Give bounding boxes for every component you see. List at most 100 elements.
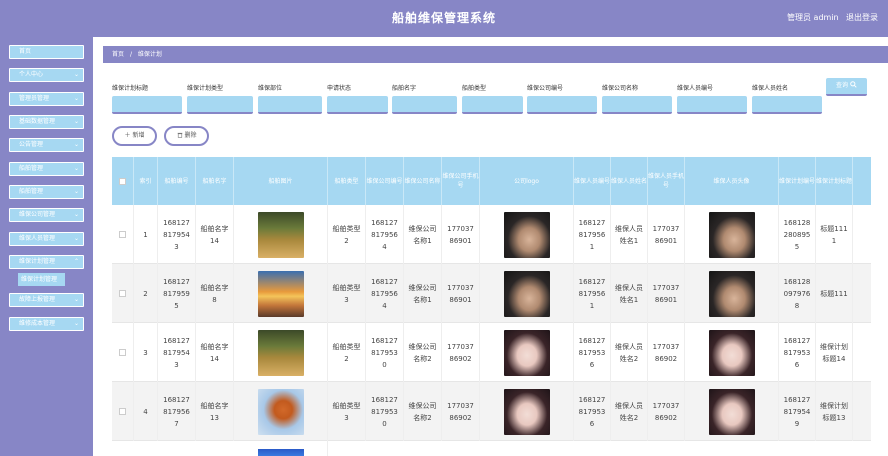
company-logo-image[interactable] [503, 270, 550, 317]
col-co-phone[interactable]: 维保公司手机号 [442, 157, 480, 205]
sidebar-item-admin[interactable]: 管理员管理 ⌄ [9, 92, 84, 106]
cell-avatar [685, 205, 779, 264]
cell-staff-no: 1681278179536 [574, 382, 611, 441]
delete-button[interactable]: 删除 [164, 126, 209, 146]
ship-image[interactable] [257, 211, 304, 258]
cell-co-no: 1681278179530 [366, 382, 404, 441]
cell-staff-no: 1681278179561 [574, 264, 611, 323]
staff-avatar-image[interactable] [708, 211, 755, 258]
table-row: 4 1681278179567 船舶名字13 船舶类型3 16812781795… [112, 382, 871, 441]
cell-ship-no: 1681278179543 [158, 205, 196, 264]
sidebar-item-basedata[interactable]: 基础数据管理 ⌄ [9, 115, 84, 129]
sidebar-item-home[interactable]: 首页 [9, 45, 84, 59]
col-ship-no[interactable]: 船舶编号 [158, 157, 196, 205]
sidebar-item-label: 船舶管理 [19, 188, 44, 195]
sidebar-item-fault[interactable]: 故障上报管理 ⌄ [9, 293, 84, 307]
cell-ship-img [234, 323, 328, 382]
chevron-down-icon: ⌄ [73, 95, 79, 102]
top-bar: 船舶维保管理系统 管理员 admin 退出登录 [0, 0, 888, 37]
cell-co-name: 维保公司名称2 [404, 382, 442, 441]
row-checkbox[interactable] [119, 349, 126, 356]
sidebar-item-ship-1[interactable]: 船舶管理 ⌄ [9, 162, 84, 176]
ship-image[interactable] [257, 388, 304, 435]
breadcrumb-home[interactable]: 首页 [112, 51, 124, 58]
chevron-down-icon: ⌄ [73, 296, 79, 303]
col-plan-title[interactable]: 维保计划标题 [816, 157, 853, 205]
cell-ship-img [234, 205, 328, 264]
cell-logo [480, 264, 574, 323]
cell-co-name: 维保公司名称1 [404, 205, 442, 264]
plan-title-input[interactable] [112, 96, 182, 114]
ship-image[interactable] [257, 270, 304, 317]
cell-plan-title: 维保计划标题13 [816, 382, 853, 441]
cell-index: 1 [134, 205, 158, 264]
col-ship-img[interactable]: 船舶图片 [234, 157, 328, 205]
sidebar-item-profile[interactable]: 个人中心 ⌄ [9, 68, 84, 82]
cell-co-name: 维保公司名称2 [404, 323, 442, 382]
col-logo[interactable]: 公司logo [480, 157, 574, 205]
row-checkbox[interactable] [119, 408, 126, 415]
cell-plan-title: 标题111 [816, 264, 853, 323]
col-ship-name[interactable]: 船舶名字 [196, 157, 234, 205]
filter-label-ship-name: 船舶名字 [392, 85, 417, 92]
logout-link[interactable]: 退出登录 [846, 12, 878, 23]
staff-name-input[interactable] [752, 96, 822, 114]
col-staff-no[interactable]: 维保人员编号 [574, 157, 611, 205]
cell-ship-name: 船舶名字14 [196, 205, 234, 264]
ship-type-select[interactable] [462, 96, 523, 114]
cell-avatar [685, 264, 779, 323]
col-plan-no[interactable]: 维保计划编号 [779, 157, 816, 205]
row-checkbox[interactable] [119, 231, 126, 238]
staff-avatar-image[interactable] [708, 388, 755, 435]
app-title: 船舶维保管理系统 [391, 11, 496, 25]
select-all-checkbox[interactable] [119, 177, 126, 185]
company-logo-image[interactable] [503, 211, 550, 258]
sidebar-item-cost[interactable]: 维修成本管理 ⌄ [9, 317, 84, 331]
cell-co-phone: 17703786901 [442, 264, 480, 323]
admin-label[interactable]: 管理员 admin [787, 12, 839, 23]
cell-co-phone: 17703786902 [442, 323, 480, 382]
staff-avatar-image[interactable] [708, 329, 755, 376]
col-staff-name[interactable]: 维保人员姓名 [611, 157, 648, 205]
ship-image[interactable] [257, 329, 304, 376]
part-input[interactable] [258, 96, 322, 114]
sidebar-item-staff[interactable]: 维保人员管理 ⌄ [9, 232, 84, 246]
co-name-input[interactable] [602, 96, 672, 114]
search-button[interactable]: 查询 [826, 78, 867, 96]
cell-avatar [685, 382, 779, 441]
company-logo-image[interactable] [503, 388, 550, 435]
sidebar-subitem-plan[interactable]: 维保计划管理 [18, 273, 65, 286]
row-select [112, 323, 134, 382]
sidebar-item-plan[interactable]: 维保计划管理 ⌃ [9, 255, 84, 269]
add-button[interactable]: ＋ 新增 [112, 126, 157, 146]
company-logo-image[interactable] [503, 329, 550, 376]
ship-image[interactable] [257, 449, 304, 456]
row-select [112, 382, 134, 441]
col-ship-type[interactable]: 船舶类型 [328, 157, 366, 205]
cell-avatar [685, 323, 779, 382]
cell-co-phone: 17703786902 [442, 382, 480, 441]
col-avatar[interactable]: 维保人员头像 [685, 157, 779, 205]
status-select[interactable] [327, 96, 388, 114]
sidebar-item-ship-2[interactable]: 船舶管理 ⌄ [9, 185, 84, 199]
sidebar-item-label: 公告管理 [19, 141, 44, 148]
select-all-header[interactable] [112, 157, 134, 205]
sidebar-item-label: 管理员管理 [19, 95, 50, 102]
staff-avatar-image[interactable] [708, 270, 755, 317]
table-header: 索引 船舶编号 船舶名字 船舶图片 船舶类型 维保公司编号 维保公司名称 维保公… [112, 157, 871, 205]
sidebar-item-notice[interactable]: 公告管理 ⌄ [9, 138, 84, 152]
plan-type-select[interactable] [187, 96, 253, 114]
cell-index: 3 [134, 323, 158, 382]
col-co-name[interactable]: 维保公司名称 [404, 157, 442, 205]
sidebar-item-company[interactable]: 维保公司管理 ⌄ [9, 208, 84, 222]
col-co-no[interactable]: 维保公司编号 [366, 157, 404, 205]
cell-staff-phone: 17703786901 [648, 205, 685, 264]
ship-name-input[interactable] [392, 96, 457, 114]
row-checkbox[interactable] [119, 290, 126, 297]
col-index: 索引 [134, 157, 158, 205]
co-no-input[interactable] [527, 96, 597, 114]
filter-label-ship-type: 船舶类型 [462, 85, 487, 92]
staff-no-input[interactable] [677, 96, 747, 114]
search-icon [850, 81, 857, 89]
col-staff-phone[interactable]: 维保人员手机号 [648, 157, 685, 205]
